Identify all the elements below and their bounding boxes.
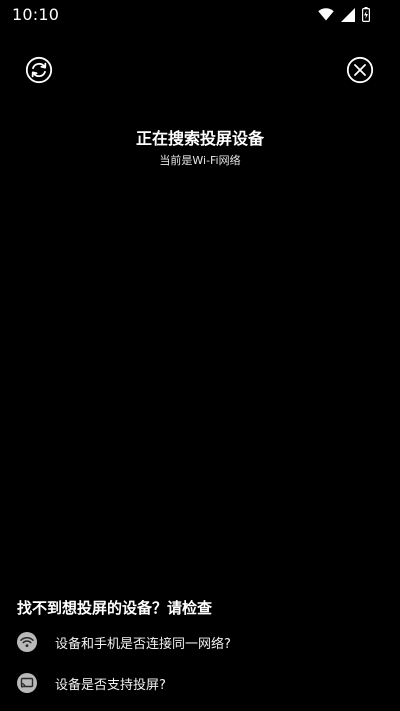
- battery-icon: [362, 7, 370, 22]
- network-status-text: 当前是Wi-Fi网络: [159, 154, 241, 167]
- help-item-network: 设备和手机是否连接同一网络?: [17, 632, 231, 652]
- status-time: 10:10: [12, 5, 60, 24]
- signal-icon: [341, 7, 355, 22]
- wifi-icon: [17, 632, 37, 652]
- status-icons: [318, 7, 370, 22]
- help-heading: 找不到想投屏的设备？请检查: [17, 599, 213, 617]
- close-circle-icon: [346, 56, 374, 88]
- cast-icon: [17, 673, 37, 693]
- close-button[interactable]: [346, 56, 374, 88]
- help-item-cast-support: 设备是否支持投屏?: [17, 673, 166, 693]
- status-bar: 10:10: [0, 0, 400, 32]
- help-item-text: 设备是否支持投屏?: [55, 677, 166, 693]
- help-item-text: 设备和手机是否连接同一网络?: [55, 636, 231, 652]
- refresh-button[interactable]: [25, 56, 53, 88]
- refresh-icon: [25, 56, 53, 88]
- page-title: 正在搜索投屏设备: [135, 129, 264, 148]
- wifi-icon: [318, 8, 334, 21]
